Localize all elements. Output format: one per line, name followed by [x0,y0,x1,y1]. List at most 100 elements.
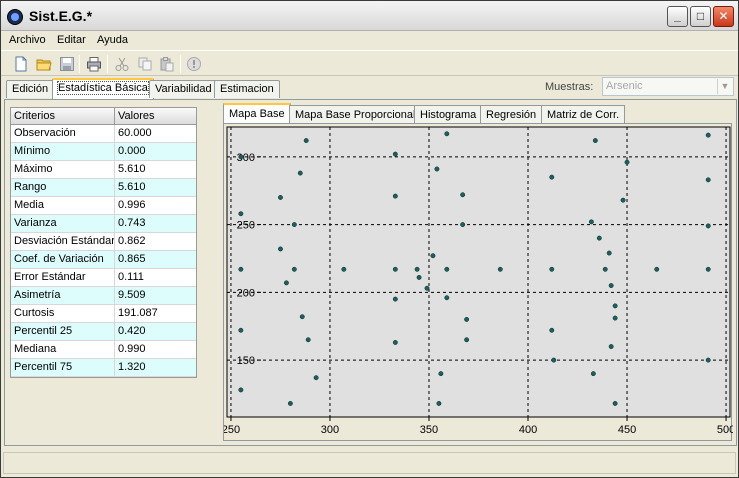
x-tick-label: 300 [321,424,339,436]
valor-cell: 60.000 [118,127,152,139]
scatter-plot: 250 300 350 400 450 500150200250300 [224,126,733,436]
table-row[interactable]: Mínimo 0.000 [11,143,196,161]
valor-cell: 0.865 [118,253,146,265]
table-header: Criterios Valores [11,108,196,125]
chart-tabs: Mapa Base Mapa Base Proporcional Histogr… [223,103,733,124]
menu-editar[interactable]: Editar [57,34,86,46]
tab-variabilidad[interactable]: Variabilidad [149,80,218,98]
column-header-criterios[interactable]: Criterios [11,108,115,124]
tab-histograma[interactable]: Histograma [414,105,483,124]
criterio-cell: Observación [11,125,115,142]
table-row[interactable]: Coef. de Variación 0.865 [11,251,196,269]
valor-cell: 0.420 [118,325,146,337]
data-point [291,222,297,228]
data-point [608,344,614,349]
close-button[interactable]: ✕ [713,6,734,27]
stats-table: Criterios Valores Observación 60.000 Mínim… [10,107,197,378]
menu-archivo[interactable]: Archivo [9,34,46,46]
data-point [392,151,398,157]
data-point [705,132,711,138]
data-point [606,250,612,256]
tab-matriz-de-corr[interactable]: Matriz de Corr. [541,105,626,124]
criterio-cell: Asimetría [11,287,115,304]
table-row[interactable]: Percentil 75 1.320 [11,359,196,377]
data-point [705,177,711,183]
data-point [464,337,470,343]
menu-ayuda[interactable]: Ayuda [97,34,128,46]
muestras-select[interactable]: Arsenic ▼ [602,77,734,96]
data-point [608,283,614,289]
valor-cell: 5.610 [118,181,146,193]
data-point [438,371,444,377]
table-row[interactable]: Asimetría 9.509 [11,287,196,305]
data-point [612,303,618,309]
data-point [341,266,347,272]
tab-mapa-base[interactable]: Mapa Base [223,103,291,124]
table-row[interactable]: Observación 60.000 [11,125,196,143]
table-row[interactable]: Rango 5.610 [11,179,196,197]
data-point [434,166,440,172]
minimize-button[interactable]: _ [667,6,688,27]
data-point [705,357,711,363]
tab-estadistica-basica-label: Estadística Básica [57,81,149,95]
valor-cell: 0.111 [118,271,144,283]
table-row[interactable]: Mediana 0.990 [11,341,196,359]
data-point [313,375,319,381]
criterio-cell: Máximo [11,161,115,178]
tab-estadistica-basica[interactable]: Estadística Básica [52,78,154,99]
table-row[interactable]: Media 0.996 [11,197,196,215]
data-point [416,274,422,280]
data-point [705,223,711,229]
data-point [592,138,598,144]
tab-regresion[interactable]: Regresión [480,105,543,124]
table-row[interactable]: Desviación Estándar 0.862 [11,233,196,251]
y-tick-label: 250 [237,220,255,232]
data-point [278,195,283,200]
new-file-icon[interactable] [12,55,30,73]
table-row[interactable]: Varianza 0.743 [11,215,196,233]
info-icon[interactable] [185,55,203,73]
valor-cell: 0.000 [118,145,146,157]
x-tick-label: 500 [717,424,733,436]
column-header-valores[interactable]: Valores [115,108,157,124]
save-icon[interactable] [58,55,76,73]
print-icon[interactable] [85,55,103,73]
maximize-button[interactable]: □ [690,6,711,27]
criterio-cell: Desviación Estándar [11,233,115,250]
data-point [444,266,450,272]
table-row[interactable]: Curtosis 191.087 [11,305,196,323]
data-point [287,400,293,406]
valor-cell: 0.743 [118,217,146,229]
valor-cell: 0.996 [118,199,146,211]
criterio-cell: Mínimo [11,143,115,160]
data-point [414,266,420,272]
toolbar-separator [107,55,108,73]
open-folder-icon[interactable] [35,55,53,73]
toolbar [1,50,738,76]
copy-icon[interactable] [136,55,154,73]
data-point [460,192,466,198]
paste-icon[interactable] [158,55,176,73]
data-point [278,246,283,252]
data-point [620,197,626,203]
data-point [238,211,244,217]
data-point [705,266,711,272]
table-row[interactable]: Percentil 25 0.420 [11,323,196,341]
tab-mapa-base-proporcional[interactable]: Mapa Base Proporcional [289,105,422,124]
tab-edicion[interactable]: Edición [6,80,55,98]
valor-cell: 5.610 [118,163,146,175]
criterio-cell: Percentil 75 [11,359,115,376]
data-point [596,235,602,241]
table-row[interactable]: Máximo 5.610 [11,161,196,179]
status-bar [3,452,736,474]
table-row[interactable]: Error Estándar 0.111 [11,269,196,287]
tab-estimacion[interactable]: Estimacion [214,80,280,98]
cut-icon[interactable] [113,55,131,73]
data-point [464,316,470,322]
x-tick-label: 400 [519,424,537,436]
data-point [624,159,630,165]
data-point [551,357,557,363]
chevron-down-icon[interactable]: ▼ [717,79,732,94]
data-point [238,327,244,333]
data-point [654,266,660,272]
